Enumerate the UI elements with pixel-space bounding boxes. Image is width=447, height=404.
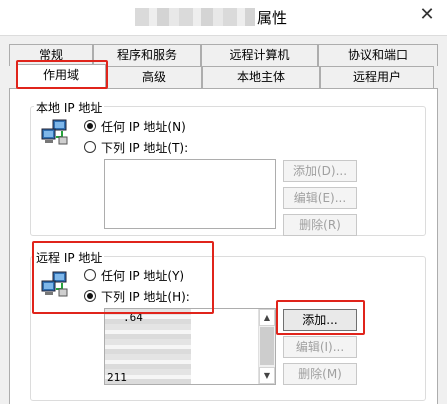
local-these-ip-label: 下列 IP 地址(T): bbox=[101, 140, 189, 155]
remote-ip-item[interactable]: 211 bbox=[107, 371, 127, 384]
tab-scope[interactable]: 作用域 bbox=[16, 64, 106, 89]
local-ip-group-title: 本地 IP 地址 bbox=[34, 99, 105, 116]
remote-any-ip-radio[interactable]: 任何 IP 地址(Y) bbox=[84, 266, 184, 284]
tab-general[interactable]: 常规 bbox=[9, 44, 93, 66]
close-icon[interactable]: ✕ bbox=[407, 0, 447, 32]
network-computers-icon bbox=[41, 271, 68, 297]
remote-ip-listbox[interactable]: .64 211 ▲ ▼ bbox=[104, 308, 276, 385]
tab-local-principals[interactable]: 本地主体 bbox=[202, 66, 320, 88]
remote-any-ip-label: 任何 IP 地址(Y) bbox=[101, 268, 185, 283]
local-any-ip-radio[interactable]: 任何 IP 地址(N) bbox=[84, 117, 186, 135]
remote-any-ip-radio-circle[interactable] bbox=[84, 269, 96, 281]
scrollbar-thumb[interactable] bbox=[260, 327, 274, 365]
local-any-ip-radio-circle[interactable] bbox=[84, 120, 96, 132]
tab-remote-computers[interactable]: 远程计算机 bbox=[201, 44, 318, 66]
tab-remote-users[interactable]: 远程用户 bbox=[320, 66, 434, 88]
local-any-ip-label: 任何 IP 地址(N) bbox=[101, 119, 186, 134]
local-edit-button[interactable]: 编辑(E)... bbox=[283, 187, 357, 209]
remote-ip-group-title: 远程 IP 地址 bbox=[34, 249, 105, 266]
title-bar: 属性 ✕ bbox=[0, 0, 447, 36]
local-add-button[interactable]: 添加(D)... bbox=[283, 160, 357, 182]
scroll-up-icon[interactable]: ▲ bbox=[259, 309, 275, 326]
tab-advanced[interactable]: 高级 bbox=[106, 66, 202, 88]
redacted-title-text bbox=[135, 8, 275, 26]
scroll-down-icon[interactable]: ▼ bbox=[259, 367, 275, 384]
local-these-ip-radio-circle[interactable] bbox=[84, 141, 96, 153]
remote-these-ip-radio[interactable]: 下列 IP 地址(H): bbox=[84, 287, 190, 305]
remote-ip-scrollbar[interactable]: ▲ ▼ bbox=[258, 309, 275, 384]
remote-these-ip-radio-circle[interactable] bbox=[84, 290, 96, 302]
window-title: 属性 bbox=[255, 7, 292, 28]
remote-ip-item[interactable]: .64 bbox=[123, 311, 143, 324]
remote-delete-button[interactable]: 删除(M) bbox=[283, 363, 357, 385]
remote-add-button[interactable]: 添加... bbox=[283, 309, 357, 331]
local-these-ip-radio[interactable]: 下列 IP 地址(T): bbox=[84, 138, 188, 156]
network-computers-icon bbox=[41, 119, 68, 145]
remote-these-ip-label: 下列 IP 地址(H): bbox=[101, 289, 190, 304]
local-delete-button[interactable]: 删除(R) bbox=[283, 214, 357, 236]
local-ip-listbox[interactable] bbox=[104, 159, 276, 229]
tab-protocols-ports[interactable]: 协议和端口 bbox=[318, 44, 438, 66]
remote-edit-button[interactable]: 编辑(I)... bbox=[283, 336, 357, 358]
tab-programs-services[interactable]: 程序和服务 bbox=[93, 44, 201, 66]
scope-tab-page: 本地 IP 地址 任何 IP 地址(N) 下列 IP 地址(T): 添加(D).… bbox=[9, 88, 438, 404]
